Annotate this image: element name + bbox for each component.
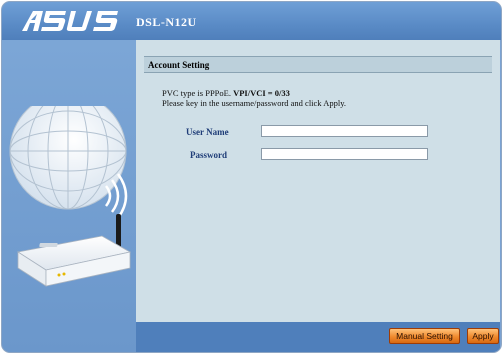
password-label: Password xyxy=(190,150,228,160)
apply-button[interactable]: Apply xyxy=(467,328,499,344)
username-input[interactable] xyxy=(261,125,428,137)
asus-logo xyxy=(22,11,118,31)
username-label: User Name xyxy=(186,127,229,137)
left-panel xyxy=(2,40,136,352)
pvc-info-line1: PVC type is PPPoE. VPI/VCI = 0/33 xyxy=(162,88,346,98)
router-icon xyxy=(16,214,132,287)
header-bar: DSL-N12U xyxy=(2,2,501,40)
pvc-type-text: PVC type is PPPoE. xyxy=(162,88,234,98)
model-name: DSL-N12U xyxy=(136,15,197,29)
main-content: Account Setting PVC type is PPPoE. VPI/V… xyxy=(136,40,500,322)
manual-setting-button[interactable]: Manual Setting xyxy=(389,328,460,344)
pvc-info-line2: Please key in the username/password and … xyxy=(162,98,347,108)
router-globe-illustration xyxy=(9,106,132,287)
section-title: Account Setting xyxy=(144,56,492,73)
footer-bar: Manual Setting Apply xyxy=(136,322,500,352)
password-input[interactable] xyxy=(261,148,428,160)
setup-window: DSL-N12U Account Setting PVC type is PPP… xyxy=(1,1,502,353)
vpi-vci-text: VPI/VCI = 0/33 xyxy=(233,88,290,98)
pvc-info: PVC type is PPPoE. VPI/VCI = 0/33 Please… xyxy=(162,88,346,108)
